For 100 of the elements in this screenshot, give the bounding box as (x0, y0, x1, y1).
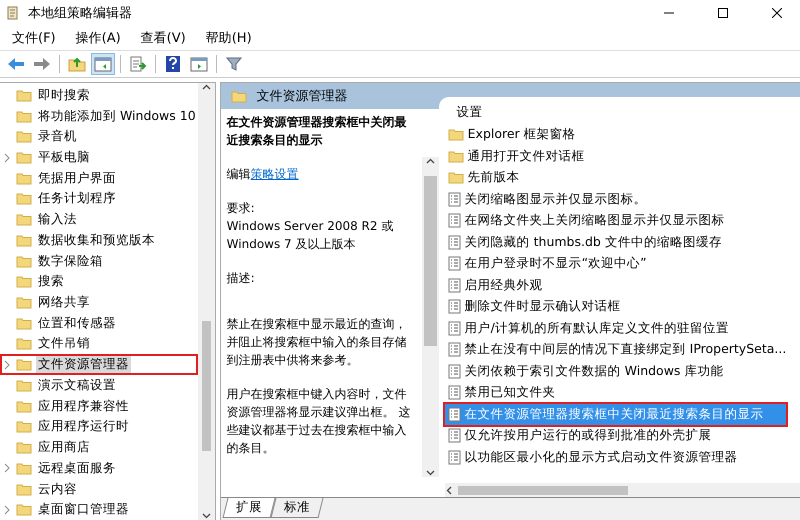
settings-item-label: 删除文件时显示确认对话框 (464, 298, 621, 316)
tree-item[interactable]: 搜索 (0, 271, 198, 292)
tree-item[interactable]: 即时搜索 (0, 85, 198, 106)
tree-item[interactable]: 数字保险箱 (0, 250, 198, 272)
folder-icon (16, 503, 32, 516)
expand-chevron-icon[interactable] (2, 463, 12, 474)
toolbar-button[interactable] (91, 53, 115, 75)
settings-item[interactable]: 在用户登录时不显示“欢迎中心” (444, 253, 786, 274)
tree-item[interactable]: 文件吊销 (0, 334, 198, 354)
tree-item[interactable]: 应用商店 (0, 437, 198, 458)
tree-item-label: 网络共享 (37, 293, 91, 312)
tree-item[interactable]: 凭据用户界面 (0, 168, 198, 189)
back-arrow-icon (7, 57, 25, 71)
tree-item-label: 任务计划程序 (37, 189, 117, 208)
tree-item-label: 应用程序运行时 (37, 417, 130, 436)
scroll-up-icon[interactable] (426, 157, 435, 166)
forward-arrow-icon (33, 57, 51, 71)
tree-item-label: 文件吊销 (37, 334, 91, 352)
document-icon (448, 385, 461, 400)
tree-item[interactable]: 桌面窗口管理器 (0, 499, 198, 520)
settings-item[interactable]: Explorer 框架窗格 (444, 124, 786, 146)
tree-item[interactable]: 任务计划程序 (0, 188, 198, 210)
menu-item[interactable]: 文件(F) (4, 27, 64, 49)
tree-item[interactable]: 应用程序运行时 (0, 416, 198, 438)
settings-item[interactable]: 以功能区最小化的显示方式启动文件资源管理器 (444, 446, 786, 468)
settings-item[interactable]: 删除文件时显示确认对话框 (444, 296, 786, 318)
settings-item[interactable]: 通用打开文件对话框 (444, 146, 786, 167)
scroll-down-icon[interactable] (426, 468, 435, 477)
tree-item[interactable]: 远程桌面服务 (0, 458, 198, 479)
expand-chevron-icon[interactable] (2, 152, 12, 163)
document-icon (448, 450, 461, 465)
menu-item[interactable]: 查看(V) (132, 27, 194, 49)
tree-item-label: 平板电脑 (37, 148, 91, 166)
settings-item[interactable]: 用户/计算机的所有默认库定义文件的驻留位置 (444, 318, 786, 339)
tree-item-label: 凭据用户界面 (37, 168, 117, 187)
folder-icon (16, 88, 32, 102)
scroll-down-icon[interactable] (202, 511, 211, 520)
tree-item[interactable]: 位置和传感器 (0, 312, 198, 334)
folder-icon (16, 234, 32, 247)
action-pane-icon (190, 56, 208, 72)
settings-item-label: 在文件资源管理器搜索框中关闭最近搜索条目的显示 (464, 406, 764, 423)
folder-icon (16, 213, 32, 226)
scroll-left-icon[interactable] (444, 486, 454, 494)
folder-icon (16, 275, 32, 288)
tree-item[interactable]: 平板电脑 (0, 147, 198, 168)
tree-item[interactable]: 将功能添加到 Windows 10 (0, 106, 198, 126)
tree-item-label: 搜索 (37, 272, 65, 290)
view-tab[interactable]: 标准 (270, 498, 324, 518)
scrollbar[interactable] (198, 83, 215, 520)
settings-item[interactable]: 启用经典外观 (444, 274, 786, 296)
tree-item-label: 位置和传感器 (37, 314, 117, 332)
folder-icon (16, 441, 32, 454)
app-icon (6, 5, 20, 21)
policy-settings-link[interactable]: 策略设置 (250, 167, 299, 181)
filter-icon (226, 56, 242, 72)
settings-item[interactable]: 先前版本 (444, 167, 786, 188)
edit-policy-text: 编辑策略设置 (226, 166, 300, 183)
settings-item[interactable]: 关闭隐藏的 thumbs.db 文件中的缩略图缓存 (444, 232, 786, 253)
document-icon (448, 234, 461, 250)
settings-item[interactable]: 关闭依赖于索引文件数据的 Windows 库功能 (444, 360, 786, 382)
menu-item[interactable]: 操作(A) (68, 27, 129, 49)
tree-item[interactable]: 云内容 (0, 478, 198, 500)
scrollbar-thumb[interactable] (458, 486, 628, 494)
scroll-up-icon[interactable] (202, 83, 211, 92)
tree-item[interactable]: 应用程序兼容性 (0, 396, 198, 416)
folder-icon (448, 128, 464, 142)
settings-item[interactable]: 禁用已知文件夹 (444, 382, 786, 404)
settings-item[interactable]: 关闭缩略图显示并仅显示图标。 (444, 188, 786, 210)
document-icon (448, 364, 461, 379)
folder-icon (16, 482, 32, 496)
expand-chevron-icon[interactable] (2, 504, 12, 515)
tree-item[interactable]: 网络共享 (0, 292, 198, 313)
tree-item-label: 文件资源管理器 (36, 355, 131, 374)
folder-icon (16, 462, 32, 475)
folder-icon (16, 420, 32, 434)
settings-item[interactable]: 在网络文件夹上关闭缩略图显示并仅显示图标 (444, 210, 786, 232)
settings-item-label: 禁用已知文件夹 (464, 384, 556, 402)
settings-item-label: 先前版本 (468, 169, 520, 186)
scrollbar-thumb[interactable] (424, 176, 437, 346)
tree-item[interactable]: 数据收集和预览版本 (0, 230, 198, 251)
maximize-icon (718, 8, 728, 18)
tree-item[interactable]: 录音机 (0, 126, 198, 148)
folder-icon (16, 400, 32, 413)
view-tab[interactable]: 扩展 (222, 498, 276, 518)
folder-icon (230, 90, 247, 102)
document-icon (448, 213, 461, 228)
scrollbar-thumb[interactable] (202, 321, 211, 451)
settings-item[interactable]: 禁止在没有中间层的情况下直接绑定到 IPropertySeta... (444, 339, 786, 360)
tree-item-label: 数据收集和预览版本 (37, 230, 156, 249)
scrollbar[interactable] (422, 157, 439, 477)
tree-item[interactable]: 输入法 (0, 209, 198, 230)
settings-item[interactable]: 仅允许按用户运行的或得到批准的外壳扩展 (444, 425, 786, 446)
document-icon (448, 342, 461, 358)
tree-item[interactable]: 演示文稿设置 (0, 375, 198, 396)
expand-chevron-icon[interactable] (2, 360, 12, 370)
tree-item[interactable]: 文件资源管理器 (0, 354, 198, 376)
menu-item[interactable]: 帮助(H) (198, 27, 260, 49)
horizontal-scrollbar[interactable] (444, 483, 800, 497)
window-title: 本地组策略编辑器 (28, 5, 133, 22)
settings-item-label: 在用户登录时不显示“欢迎中心” (464, 255, 647, 272)
